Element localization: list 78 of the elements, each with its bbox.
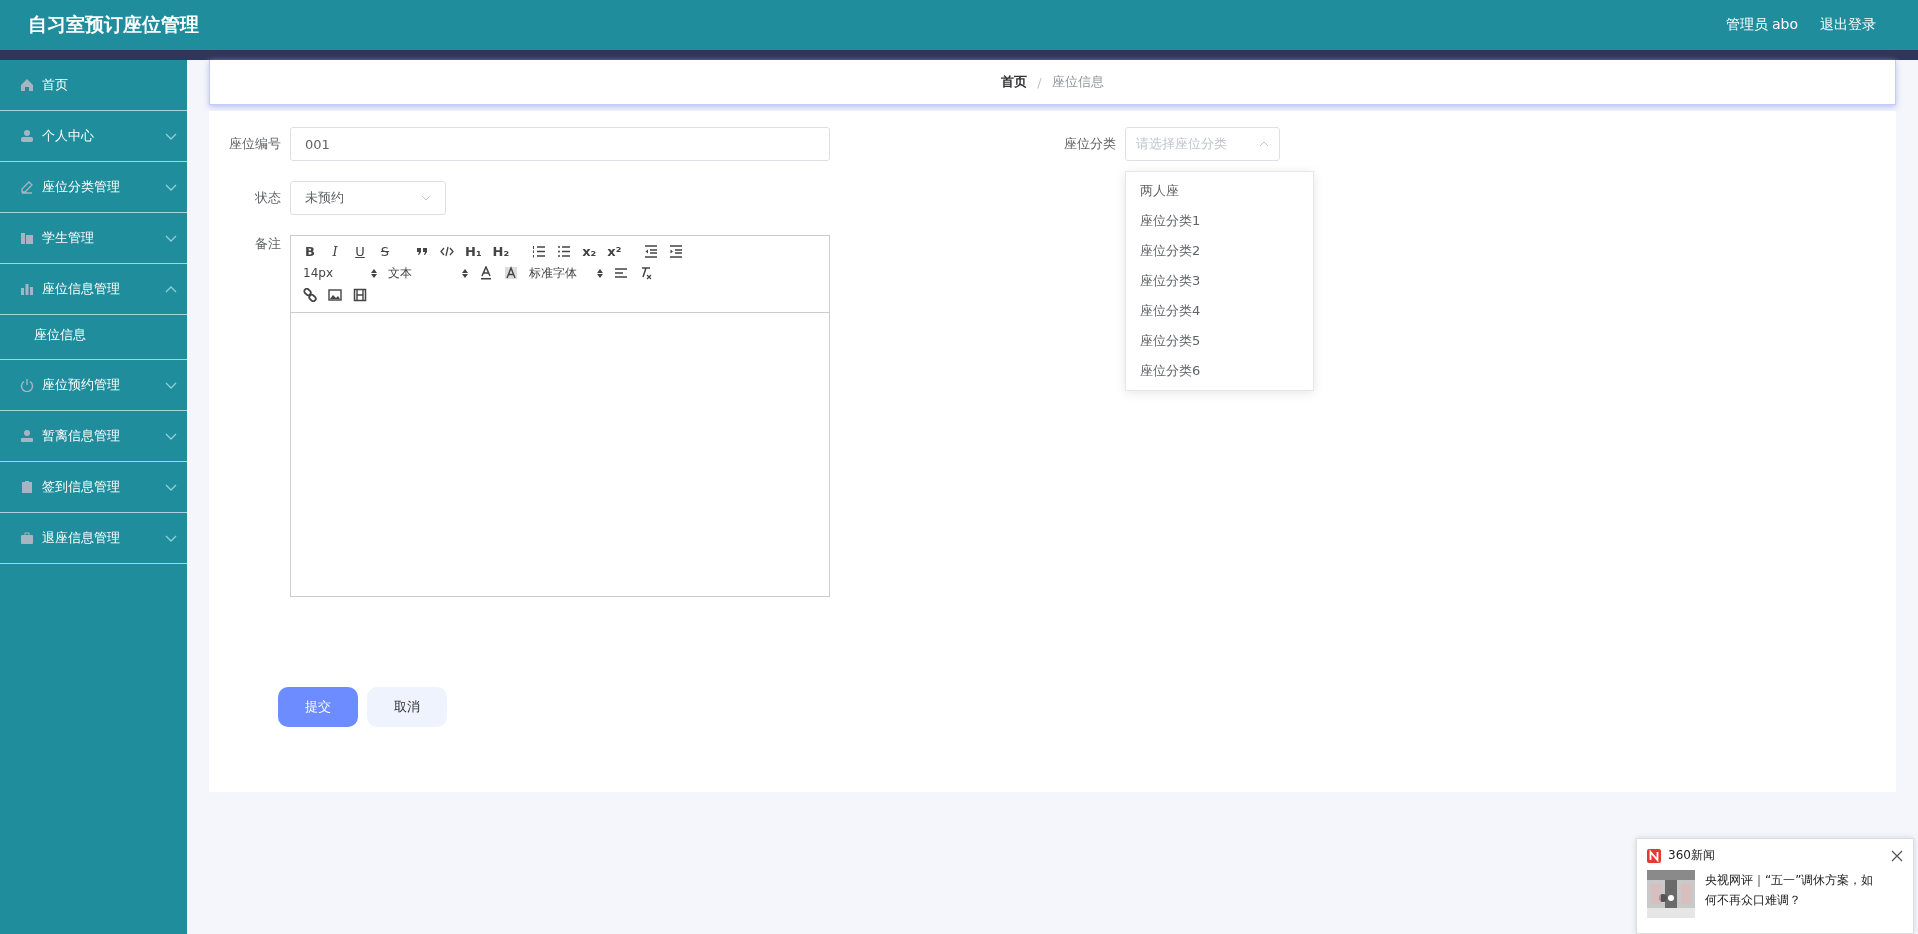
bar-chart-icon: [20, 282, 34, 296]
dropdown-option[interactable]: 座位分类5: [1126, 326, 1313, 356]
person-icon: [20, 429, 34, 443]
sort-arrows-icon: [597, 268, 603, 278]
status-select[interactable]: 未预约: [290, 181, 446, 215]
cancel-button[interactable]: 取消: [367, 687, 447, 727]
field-label: 座位编号: [228, 135, 281, 153]
dropdown-option[interactable]: 两人座: [1126, 176, 1313, 206]
sidebar-item[interactable]: 座位预约管理: [0, 360, 187, 411]
chevron-down-icon: [421, 195, 431, 201]
highlight-icon[interactable]: [504, 266, 518, 280]
folder-icon: [20, 231, 34, 245]
news-headline[interactable]: 央视网评｜“五一”调休方案，如何不再众口难调？: [1705, 870, 1885, 918]
power-icon: [20, 378, 34, 392]
bullet-list-icon[interactable]: [557, 244, 572, 258]
menu-label: 暂离信息管理: [42, 427, 120, 445]
format-button[interactable]: x²: [607, 243, 622, 259]
dropdown-option[interactable]: 座位分类6: [1126, 356, 1313, 386]
indent-icon[interactable]: [669, 244, 684, 258]
align-icon[interactable]: [614, 266, 628, 280]
briefcase-icon: [20, 531, 34, 545]
sidebar-item[interactable]: 暂离信息管理: [0, 411, 187, 462]
submenu-item[interactable]: 座位信息: [0, 315, 187, 360]
image-icon[interactable]: [328, 288, 342, 302]
admin-name: 管理员 abo: [1725, 16, 1798, 34]
format-picker[interactable]: 文本: [388, 264, 468, 282]
menu-label: 退座信息管理: [42, 529, 120, 547]
menu-label: 座位分类管理: [42, 178, 120, 196]
logout-link[interactable]: 退出登录: [1820, 16, 1876, 34]
breadcrumb-separator: /: [1037, 74, 1042, 90]
format-button[interactable]: S: [378, 243, 392, 259]
field-label: 状态: [254, 189, 281, 207]
sort-arrows-icon: [462, 268, 468, 278]
menu-label: 座位信息管理: [42, 280, 120, 298]
format-button[interactable]: H₁: [465, 243, 482, 259]
code-icon[interactable]: [440, 244, 454, 258]
dropdown-option[interactable]: 座位分类4: [1126, 296, 1313, 326]
sidebar-item[interactable]: 座位分类管理: [0, 162, 187, 213]
person-icon: [20, 129, 34, 143]
outdent-icon[interactable]: [644, 244, 659, 258]
field-label: 座位分类: [1062, 135, 1116, 153]
format-button[interactable]: I: [328, 243, 342, 259]
dropdown-option[interactable]: 座位分类2: [1126, 236, 1313, 266]
sidebar-item[interactable]: 首页: [0, 60, 187, 111]
format-picker[interactable]: 标准字体: [529, 264, 603, 282]
sidebar-item[interactable]: 座位信息管理: [0, 264, 187, 315]
news-logo-icon: [1647, 848, 1661, 863]
clipboard-icon: [20, 480, 34, 494]
sidebar-item[interactable]: 个人中心: [0, 111, 187, 162]
menu-label: 座位预约管理: [42, 376, 120, 394]
menu-label: 个人中心: [42, 127, 94, 145]
dropdown-option[interactable]: 座位分类1: [1126, 206, 1313, 236]
news-source: 360新闻: [1668, 847, 1715, 864]
format-button[interactable]: B: [303, 243, 317, 259]
format-button[interactable]: H₂: [492, 243, 510, 259]
app-title: 自习室预订座位管理: [28, 12, 199, 37]
dropdown-option[interactable]: 座位分类3: [1126, 266, 1313, 296]
sidebar-item[interactable]: 学生管理: [0, 213, 187, 264]
format-button[interactable]: U: [353, 243, 367, 259]
sidebar-item[interactable]: 签到信息管理: [0, 462, 187, 513]
format-picker[interactable]: 14px: [303, 266, 377, 280]
format-button[interactable]: x₂: [582, 243, 597, 259]
numbered-list-icon[interactable]: [532, 244, 547, 258]
seat-number-field[interactable]: 001: [290, 127, 830, 161]
sidebar-item[interactable]: 退座信息管理: [0, 513, 187, 564]
close-icon[interactable]: [1891, 849, 1903, 862]
home-icon: [20, 78, 34, 92]
menu-label: 签到信息管理: [42, 478, 120, 496]
sort-arrows-icon: [371, 268, 377, 278]
field-label: 备注: [254, 235, 281, 253]
clear-format-icon[interactable]: [639, 266, 653, 280]
film-icon[interactable]: [353, 288, 367, 302]
breadcrumb-link[interactable]: 首页: [1001, 73, 1028, 91]
link-icon[interactable]: [303, 288, 317, 302]
menu-label: 首页: [42, 76, 68, 94]
menu-label: 学生管理: [42, 229, 94, 247]
pencil-icon: [20, 180, 34, 194]
font-color-icon[interactable]: [479, 266, 493, 280]
